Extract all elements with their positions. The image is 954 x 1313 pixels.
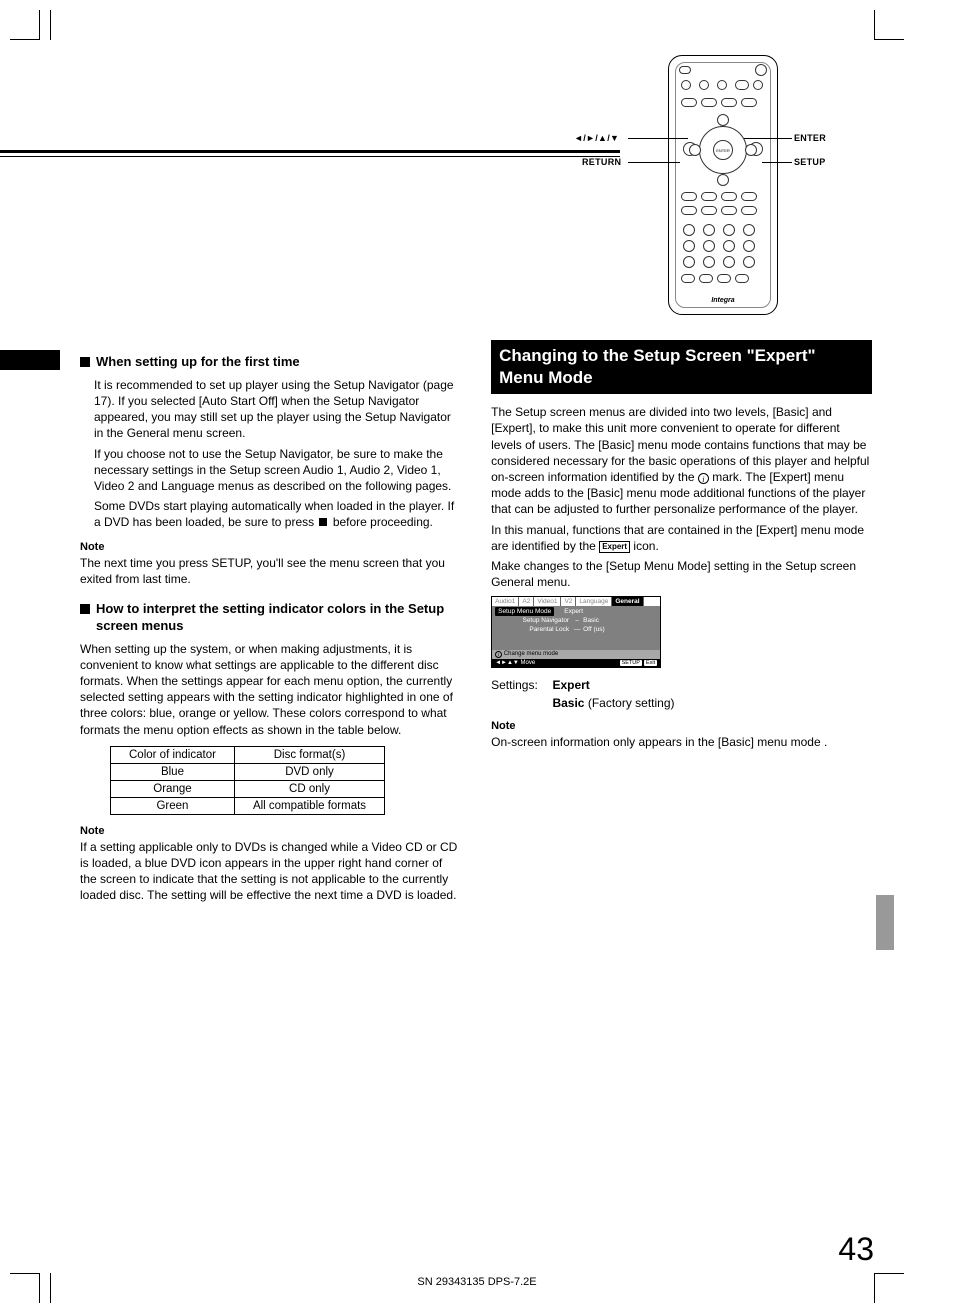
osd-tab: Language — [576, 597, 612, 606]
right-column: Changing to the Setup Screen "Expert" Me… — [491, 340, 872, 908]
note-heading: Note — [80, 825, 461, 837]
crop-mark-icon — [10, 10, 40, 40]
section-tab-icon — [0, 350, 60, 370]
indicator-color-table: Color of indicator Disc format(s) BlueDV… — [110, 746, 385, 815]
osd-screenshot: Audio1 A2 Video1 V2 Language General Set… — [491, 596, 661, 667]
osd-tab: V2 — [561, 597, 576, 606]
remote-outline-icon: ENTER — [668, 55, 778, 315]
note-text: The next time you press SETUP, you'll se… — [80, 555, 461, 587]
enter-label: ENTER — [794, 133, 826, 143]
table-header: Color of indicator — [111, 746, 235, 763]
page-number: 43 — [838, 1231, 874, 1268]
osd-tab: Video1 — [534, 597, 561, 606]
note-heading: Note — [80, 541, 461, 553]
footer-serial: SN 29343135 DPS-7.2E — [0, 1276, 954, 1288]
square-bullet-icon — [80, 357, 90, 367]
osd-row: Setup Navigator–Basic — [492, 616, 660, 625]
section-title: Changing to the Setup Screen "Expert" Me… — [491, 340, 872, 394]
settings-line: Basic (Factory setting) — [491, 696, 872, 710]
paragraph: The Setup screen menus are divided into … — [491, 404, 872, 517]
stop-icon — [319, 518, 327, 526]
table-header-row: Color of indicator Disc format(s) — [111, 746, 385, 763]
left-column: When setting up for the first time It is… — [80, 340, 461, 908]
paragraph: In this manual, functions that are conta… — [491, 522, 872, 554]
table-row: GreenAll compatible formats — [111, 797, 385, 814]
osd-tab: A2 — [519, 597, 534, 606]
paragraph: Some DVDs start playing automatically wh… — [80, 498, 461, 530]
expert-badge-icon: Expert — [599, 541, 630, 553]
manual-page: ENTER — [0, 0, 954, 1313]
osd-tab-active: General — [612, 597, 643, 606]
note-text: If a setting applicable only to DVDs is … — [80, 839, 461, 904]
osd-row-selected: Setup Menu Mode Expert — [492, 607, 660, 616]
paragraph: It is recommended to set up player using… — [80, 377, 461, 442]
osd-hint: i Change menu mode — [492, 650, 660, 659]
crop-mark-icon — [874, 10, 904, 40]
remote-brand-label: Integra — [669, 297, 777, 304]
paragraph: If you choose not to use the Setup Navig… — [80, 446, 461, 495]
table-row: BlueDVD only — [111, 763, 385, 780]
heading-indicator-colors: How to interpret the setting indicator c… — [80, 601, 461, 635]
paragraph: Make changes to the [Setup Menu Mode] se… — [491, 558, 872, 590]
page-edge-tab — [876, 895, 894, 950]
setup-label: SETUP — [794, 157, 826, 167]
content-columns: When setting up for the first time It is… — [80, 340, 874, 908]
square-bullet-icon — [80, 604, 90, 614]
divider-thin — [0, 156, 620, 157]
info-icon: i — [698, 473, 709, 484]
table-header: Disc format(s) — [234, 746, 384, 763]
paragraph: When setting up the system, or when maki… — [80, 641, 461, 738]
arrows-label: ◄/►/▲/▼ — [574, 133, 619, 143]
heading-first-time: When setting up for the first time — [80, 354, 461, 371]
osd-footer: ◄►▲▼ Move SETUPExit — [492, 659, 660, 667]
note-text: On-screen information only appears in th… — [491, 734, 872, 750]
settings-line: Settings: Expert — [491, 678, 872, 692]
osd-tabs: Audio1 A2 Video1 V2 Language General — [492, 597, 660, 606]
osd-row: Parental Lock—Off (us) — [492, 625, 660, 634]
note-heading: Note — [491, 720, 872, 732]
table-row: OrangeCD only — [111, 780, 385, 797]
return-label: RETURN — [582, 157, 621, 167]
remote-diagram: ENTER — [584, 55, 864, 325]
osd-tab: Audio1 — [492, 597, 519, 606]
divider-thick — [0, 150, 620, 153]
